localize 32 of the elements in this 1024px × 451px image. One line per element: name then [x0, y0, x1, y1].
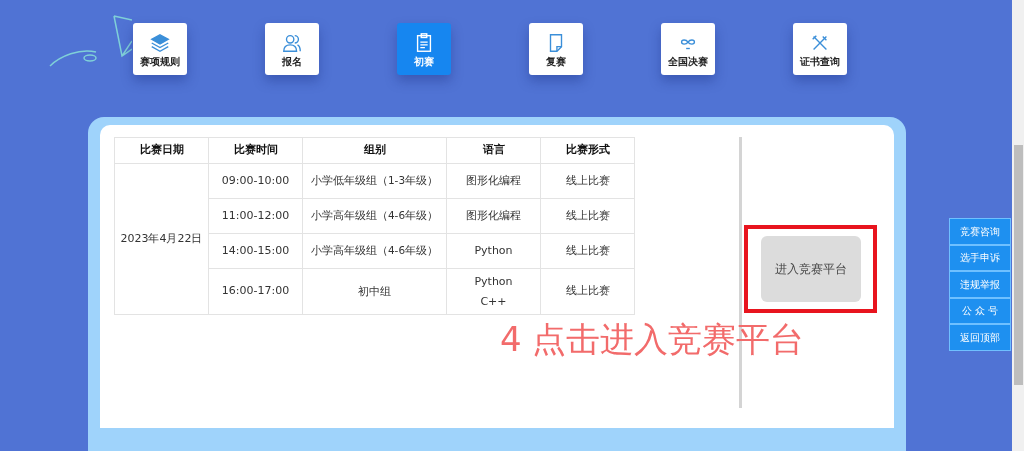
annotation-text: 4 点击进入竞赛平台 [500, 322, 805, 356]
table-cell: Python [446, 233, 541, 269]
table-cell: 线上比赛 [540, 268, 635, 315]
table-cell: 小学高年级组（4-6年级） [302, 198, 447, 234]
table-cell: 小学高年级组（4-6年级） [302, 233, 447, 269]
nav-tab[interactable]: 报名 [265, 23, 319, 75]
table-cell: 线上比赛 [540, 233, 635, 269]
column-header: 组别 [302, 137, 447, 164]
enter-platform-button[interactable]: 进入竞赛平台 [760, 236, 861, 302]
nav-tab[interactable]: 初赛 [397, 23, 451, 75]
table-cell: 图形化编程 [446, 163, 541, 199]
column-header: 比赛日期 [114, 137, 209, 164]
table-cell: 线上比赛 [540, 163, 635, 199]
table-cell: 小学低年级组（1-3年级） [302, 163, 447, 199]
nav-tab[interactable]: 证书查询 [793, 23, 847, 75]
table-cell: 09:00-10:00 [208, 163, 303, 199]
scrollbar-thumb[interactable] [1014, 145, 1023, 385]
column-header: 语言 [446, 137, 541, 164]
nav-tab[interactable]: 全国决赛 [661, 23, 715, 75]
table-cell: Python C++ [446, 268, 541, 315]
table-cell: 11:00-12:00 [208, 198, 303, 234]
table-cell: 初中组 [302, 268, 447, 315]
nav-tab[interactable]: 复赛 [529, 23, 583, 75]
column-header: 比赛形式 [540, 137, 635, 164]
table-cell: 16:00-17:00 [208, 268, 303, 315]
table-cell: 14:00-15:00 [208, 233, 303, 269]
table-cell: 2023年4月22日 [114, 163, 209, 315]
column-header: 比赛时间 [208, 137, 303, 164]
table-cell: 图形化编程 [446, 198, 541, 234]
nav-tab[interactable]: 赛项规则 [133, 23, 187, 75]
table-cell: 线上比赛 [540, 198, 635, 234]
layers-icon [149, 31, 171, 54]
